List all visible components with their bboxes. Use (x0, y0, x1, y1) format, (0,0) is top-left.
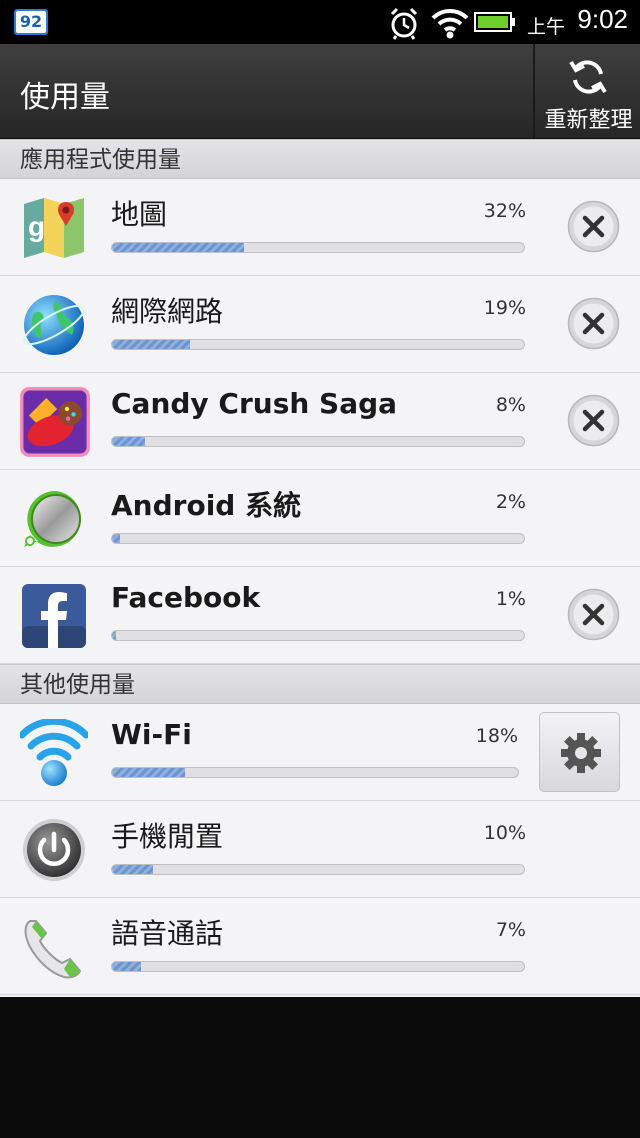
usage-percent: 7% (495, 919, 526, 941)
list-item[interactable]: Android 系統 2% (0, 470, 640, 567)
list-item[interactable]: 語音通話 7% (0, 898, 640, 995)
refresh-label: 重新整理 (544, 108, 633, 133)
usage-bar (111, 533, 525, 544)
list-item[interactable]: Candy Crush Saga 8% (0, 373, 640, 470)
usage-bar (111, 242, 525, 253)
usage-percent: 10% (483, 822, 526, 844)
list-item[interactable]: g 地圖 32% (0, 179, 640, 276)
candy-crush-icon (20, 387, 90, 457)
usage-bar-fill (112, 962, 141, 971)
usage-bar (111, 436, 525, 447)
list-item[interactable]: Facebook 1% (0, 567, 640, 664)
close-app-button[interactable] (567, 297, 620, 350)
list-item[interactable]: Wi-Fi 18% (0, 704, 640, 801)
usage-percent: 1% (495, 588, 526, 610)
refresh-button[interactable]: 重新整理 (533, 44, 640, 138)
usage-bar (111, 339, 525, 350)
list-item[interactable]: 手機閒置 10% (0, 801, 640, 898)
gear-icon (561, 733, 601, 773)
app-name: Candy Crush Saga (111, 387, 398, 420)
empty-background (0, 997, 640, 1138)
notification-badge-icon: 92 (14, 9, 48, 35)
wifi-icon (20, 719, 88, 786)
wifi-signal-icon (431, 8, 469, 39)
refresh-icon (569, 60, 607, 94)
usage-list[interactable]: 應用程式使用量 g 地圖 32% 網際網路 19% Candy Crush Sa… (0, 139, 640, 997)
app-name: Android 系統 (111, 489, 302, 522)
usage-bar (111, 767, 519, 778)
svg-text:g: g (28, 211, 45, 242)
app-name: 網際網路 (111, 295, 224, 328)
status-time: 9:02 (577, 4, 628, 34)
app-name: 手機閒置 (111, 820, 224, 853)
usage-percent: 19% (483, 297, 526, 319)
usage-bar-fill (112, 340, 191, 349)
usage-percent: 2% (495, 491, 526, 513)
app-name: 語音通話 (111, 917, 224, 950)
usage-bar-fill (112, 243, 244, 252)
usage-bar-fill (112, 768, 186, 777)
maps-icon: g (24, 198, 84, 258)
status-ampm: 上午 (527, 16, 566, 38)
page-title: 使用量 (20, 80, 110, 115)
usage-percent: 8% (495, 394, 526, 416)
browser-globe-icon (23, 295, 85, 355)
usage-percent: 18% (475, 725, 518, 747)
app-name: Wi-Fi (111, 718, 192, 751)
power-icon (23, 819, 85, 881)
usage-percent: 32% (483, 200, 526, 222)
android-system-icon (24, 490, 81, 547)
usage-bar (111, 630, 525, 641)
section-header-app-usage: 應用程式使用量 (0, 139, 640, 179)
section-header-other-usage: 其他使用量 (0, 664, 640, 704)
status-bar: 92 上午 9:02 (0, 0, 640, 44)
usage-bar (111, 864, 525, 875)
alarm-clock-icon (390, 7, 418, 40)
usage-bar-fill (112, 534, 121, 543)
action-bar: 使用量 重新整理 (0, 44, 640, 140)
usage-bar-fill (112, 437, 145, 446)
usage-bar-fill (112, 865, 154, 874)
phone-call-icon (24, 920, 82, 979)
usage-bar-fill (112, 631, 117, 640)
list-item[interactable]: 網際網路 19% (0, 276, 640, 373)
wifi-settings-button[interactable] (539, 712, 620, 792)
app-name: Facebook (111, 581, 261, 614)
usage-bar (111, 961, 525, 972)
facebook-icon (22, 584, 86, 648)
close-app-button[interactable] (567, 200, 620, 253)
app-name: 地圖 (111, 198, 168, 231)
battery-icon (474, 12, 515, 32)
close-app-button[interactable] (567, 588, 620, 641)
close-app-button[interactable] (567, 394, 620, 447)
notification-badge-count: 92 (16, 11, 46, 33)
